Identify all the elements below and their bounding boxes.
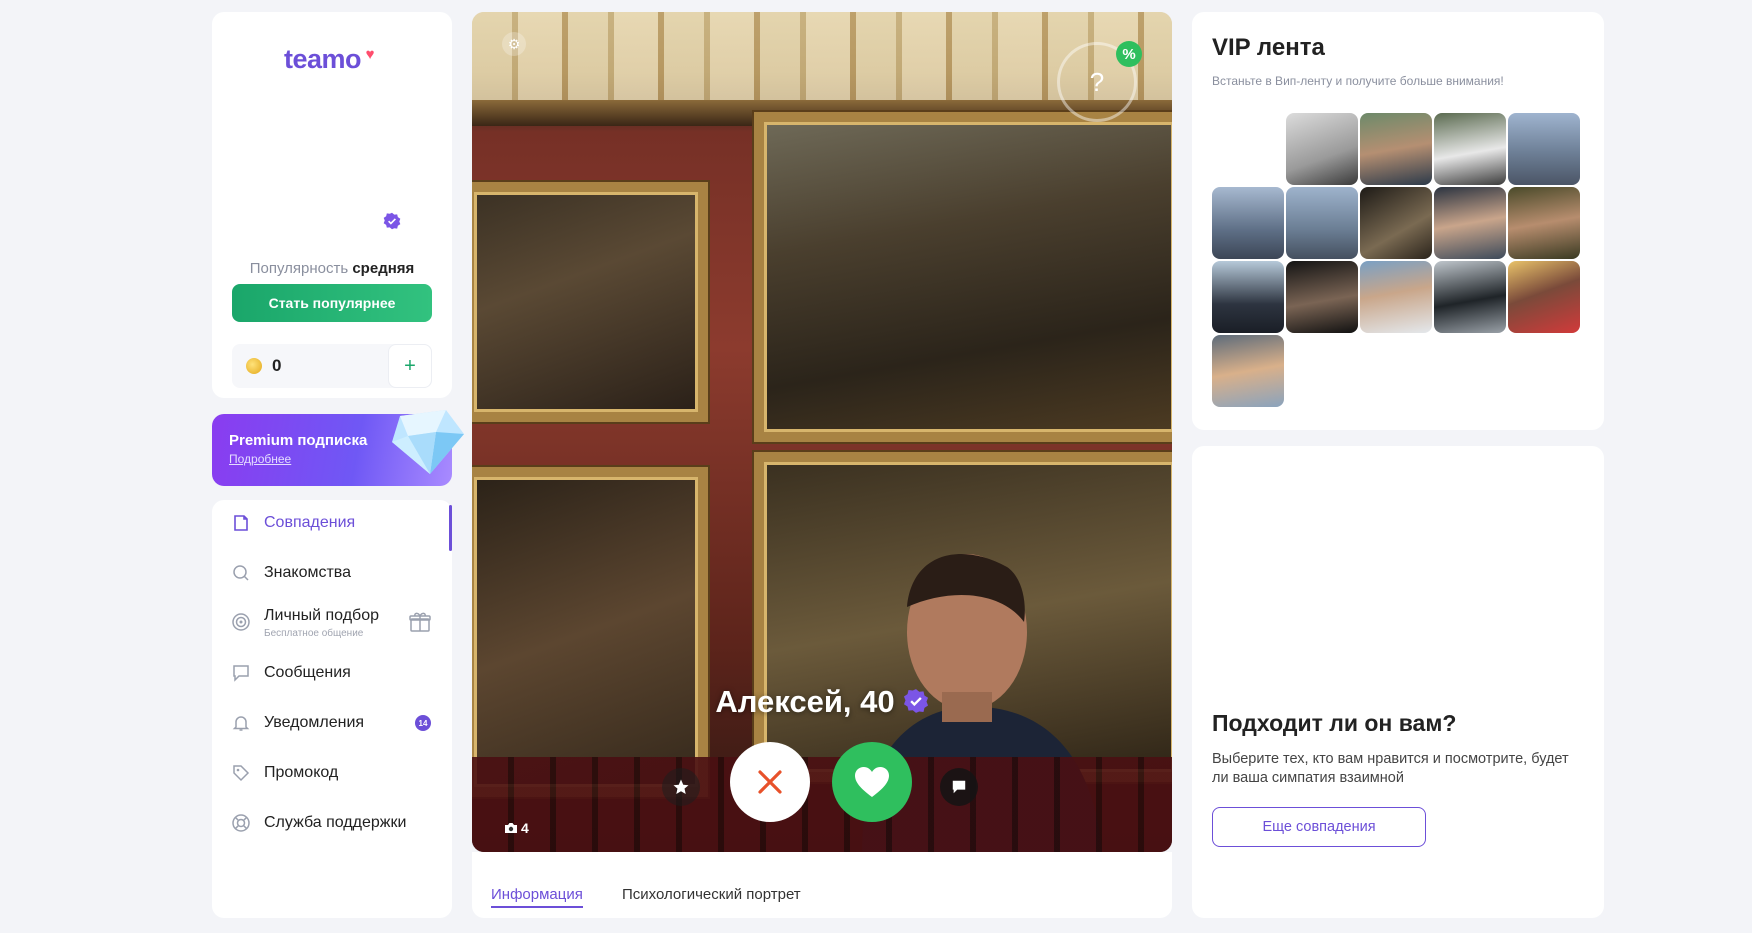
photo-count-value: 4 — [521, 820, 529, 836]
diamond-icon — [392, 410, 464, 474]
nav-item-notifications[interactable]: Уведомления 14 — [212, 703, 452, 743]
like-button[interactable] — [832, 742, 912, 822]
match-description: Выберите тех, кто вам нравится и посмотр… — [1212, 751, 1569, 786]
match-prompt-card: Подходит ли он вам? Выберите тех, кто ва… — [1192, 446, 1604, 918]
nav-label: Знакомства — [264, 564, 352, 581]
nav-item-matches[interactable]: Совпадения — [212, 503, 452, 551]
bell-icon — [230, 712, 252, 734]
vip-avatar[interactable] — [1508, 187, 1580, 259]
nav-item-support[interactable]: Служба поддержки — [212, 803, 452, 843]
nav-item-personal-selection[interactable]: Личный подбор Бесплатное общение — [212, 602, 452, 642]
profile-photo[interactable]: ⚙ ? % Алексей, 40 4 — [472, 12, 1172, 852]
photo-count[interactable]: 4 — [504, 820, 529, 836]
percent-badge-icon: % — [1116, 41, 1142, 67]
nav-item-promocode[interactable]: Промокод — [212, 753, 452, 793]
vip-avatar[interactable] — [1212, 187, 1284, 259]
nav-label: Промокод — [264, 764, 339, 781]
settings-gear-icon[interactable]: ⚙ — [502, 32, 526, 56]
more-matches-button[interactable]: Еще совпадения — [1212, 807, 1426, 847]
become-popular-button[interactable]: Стать популярнее — [232, 284, 432, 322]
vip-avatar[interactable] — [1360, 113, 1432, 185]
compatibility-value: ? — [1089, 67, 1105, 97]
close-icon — [758, 770, 782, 794]
profile-photo-card: ⚙ ? % Алексей, 40 4 — [472, 12, 1172, 852]
profile-card: teamo ♥ Популярность средняя Стать популя… — [212, 12, 452, 398]
nav-sublabel: Бесплатное общение — [264, 628, 364, 639]
dislike-button[interactable] — [730, 742, 810, 822]
chat-icon — [952, 780, 966, 794]
gift-icon — [409, 612, 431, 632]
tab-information[interactable]: Информация — [491, 886, 583, 908]
coin-icon — [246, 358, 262, 374]
vip-title: VIP лента — [1212, 34, 1325, 61]
vip-avatar[interactable] — [1212, 261, 1284, 333]
tag-icon — [230, 762, 252, 784]
favorite-star-button[interactable] — [662, 768, 700, 806]
vip-subtitle: Встаньте в Вип-ленту и получите больше в… — [1212, 74, 1504, 88]
add-coins-button[interactable]: + — [388, 344, 432, 388]
match-title: Подходит ли он вам? — [1212, 710, 1457, 736]
nav-label: Совпадения — [264, 514, 356, 531]
chat-icon — [230, 662, 252, 684]
verified-icon — [903, 689, 928, 714]
nav-item-dating[interactable]: Знакомства — [212, 553, 452, 593]
nav-label: Сообщения — [264, 664, 351, 681]
vip-avatar[interactable] — [1434, 187, 1506, 259]
target-icon — [230, 611, 252, 633]
compatibility-indicator[interactable]: ? % — [1057, 41, 1142, 122]
coin-count: 0 — [272, 356, 282, 375]
logo-text: teamo — [284, 44, 362, 74]
coins-balance: 0 + — [232, 344, 432, 388]
vip-avatar[interactable] — [1360, 187, 1432, 259]
vip-avatar[interactable] — [1508, 113, 1580, 185]
verified-icon — [383, 212, 401, 230]
premium-more-link[interactable]: Подробнее — [229, 452, 291, 466]
vip-avatar[interactable] — [1508, 261, 1580, 333]
search-icon — [230, 562, 252, 584]
vip-avatar[interactable] — [1286, 187, 1358, 259]
heart-icon: ♥ — [365, 46, 375, 63]
matches-icon — [230, 512, 252, 534]
side-nav: Совпадения Знакомства Личный подбор Бесп… — [212, 500, 452, 918]
profile-tabs: Информация Психологический портрет — [472, 852, 1172, 918]
heart-icon — [855, 767, 889, 797]
premium-title: Premium подписка — [229, 432, 368, 449]
nav-label: Служба поддержки — [264, 814, 407, 831]
vip-avatar[interactable] — [1360, 261, 1432, 333]
vip-avatar[interactable] — [1286, 113, 1358, 185]
vip-avatar[interactable] — [1212, 335, 1284, 407]
popularity-status: Популярность средняя — [212, 260, 452, 277]
painting-frame — [472, 182, 708, 422]
vip-avatar[interactable] — [1286, 261, 1358, 333]
painting-frame — [754, 112, 1172, 442]
nav-label: Личный подбор — [264, 607, 379, 624]
teamo-logo[interactable]: teamo ♥ — [284, 44, 375, 75]
vip-avatar[interactable] — [1434, 113, 1506, 185]
popularity-value: средняя — [352, 260, 415, 277]
lifebuoy-icon — [230, 812, 252, 834]
message-button[interactable] — [940, 768, 978, 806]
premium-banner[interactable]: Premium подписка Подробнее — [212, 410, 464, 486]
painting-frame — [472, 467, 708, 797]
popularity-label: Популярность — [249, 260, 349, 277]
vip-feed-card: VIP лента Встаньте в Вип-ленту и получит… — [1192, 12, 1604, 430]
nav-label: Уведомления — [264, 714, 365, 731]
vip-avatar[interactable] — [1434, 261, 1506, 333]
name-age-text: Алексей, 40 — [715, 684, 895, 719]
nav-item-messages[interactable]: Сообщения — [212, 653, 452, 693]
tab-psychological-portrait[interactable]: Психологический портрет — [622, 886, 801, 903]
star-icon — [673, 779, 689, 795]
photo-chairs-decor — [472, 757, 1172, 852]
profile-name-age: Алексей, 40 — [472, 684, 1172, 720]
notification-count-badge: 14 — [415, 715, 431, 731]
camera-icon — [505, 823, 517, 833]
